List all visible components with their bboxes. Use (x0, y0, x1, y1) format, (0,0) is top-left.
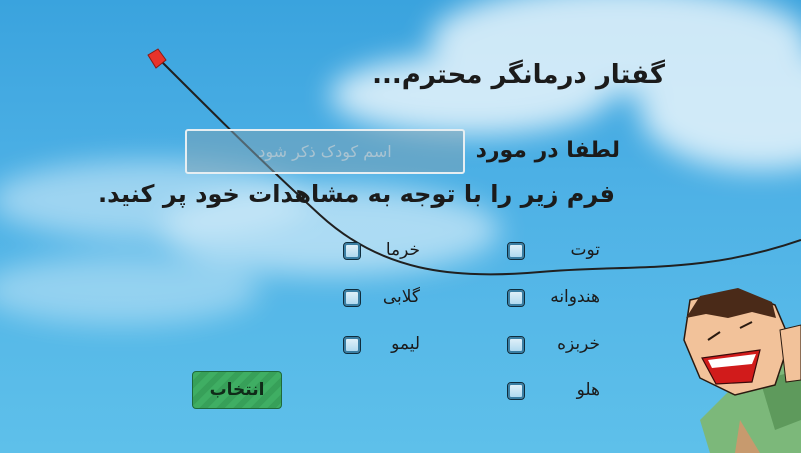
checkbox[interactable] (343, 289, 361, 307)
option-pear[interactable]: گلابی (340, 287, 420, 309)
option-label: گلابی (382, 287, 420, 307)
checkbox[interactable] (507, 336, 525, 354)
page-title: گفتار درمانگر محترم... (372, 60, 665, 90)
option-label: هلو (576, 380, 600, 400)
option-watermelon[interactable]: هندوانه (505, 287, 600, 309)
checkbox[interactable] (507, 382, 525, 400)
option-melon[interactable]: خربزه (505, 334, 600, 356)
option-dates[interactable]: خرما (340, 240, 420, 262)
option-label: خربزه (557, 334, 600, 354)
option-label: خرما (385, 240, 420, 260)
option-label: لیمو (391, 334, 420, 354)
option-label: توت (570, 240, 600, 260)
kite-icon (147, 48, 167, 69)
checkbox[interactable] (507, 289, 525, 307)
child-name-label: لطفا در مورد (475, 138, 620, 163)
child-name-input[interactable] (185, 129, 465, 174)
option-lemon[interactable]: لیمو (340, 334, 420, 356)
select-button[interactable]: انتخاب (192, 371, 282, 409)
checkbox[interactable] (343, 242, 361, 260)
form-instruction: فرم زیر را با توجه به مشاهدات خود پر کنی… (97, 180, 615, 208)
option-label: هندوانه (550, 287, 600, 307)
option-berry[interactable]: توت (505, 240, 600, 262)
checkbox[interactable] (343, 336, 361, 354)
option-peach[interactable]: هلو (505, 380, 600, 402)
checkbox[interactable] (507, 242, 525, 260)
boy-character (683, 288, 801, 453)
